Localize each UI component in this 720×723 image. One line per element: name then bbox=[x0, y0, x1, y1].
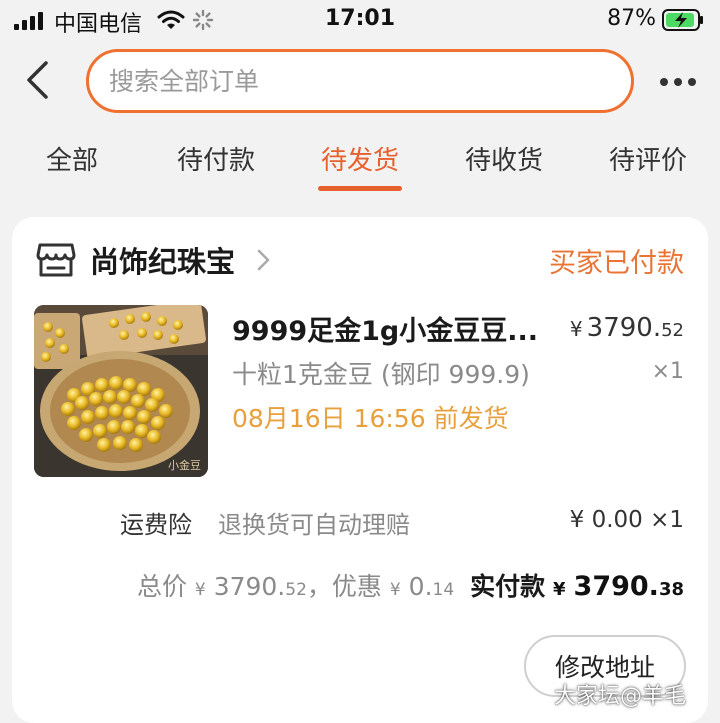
discount-label: 优惠 bbox=[331, 572, 382, 601]
battery-charging-icon bbox=[662, 9, 703, 31]
order-tabs: 全部 待付款 待发货 待收货 待评价 bbox=[0, 140, 720, 200]
watermark: 大家坛@羊毛 bbox=[554, 684, 687, 709]
tab-pending-review[interactable]: 待评价 bbox=[588, 140, 708, 177]
search-bar[interactable] bbox=[86, 49, 634, 113]
active-tab-indicator bbox=[318, 186, 402, 191]
product-spec: 十粒1克金豆 (钢印 999.9) bbox=[232, 360, 530, 389]
total-amount: 3790.52 bbox=[213, 572, 307, 601]
tab-pending-payment[interactable]: 待付款 bbox=[156, 140, 276, 177]
product-image[interactable]: 小金豆 bbox=[34, 305, 208, 477]
image-caption: 小金豆 bbox=[168, 459, 201, 472]
tab-all[interactable]: 全部 bbox=[12, 140, 132, 177]
order-status: 买家已付款 bbox=[549, 248, 684, 279]
store-icon bbox=[36, 243, 76, 277]
paid-label: 实付款 bbox=[470, 572, 546, 601]
discount-amount: 0.14 bbox=[408, 572, 455, 601]
shipping-insurance-label: 运费险 bbox=[120, 511, 192, 539]
ship-deadline: 08月16日 16:56 前发货 bbox=[232, 404, 509, 433]
shipping-insurance-desc: 退换货可自动理赔 bbox=[218, 511, 410, 539]
product-quantity: ×1 bbox=[651, 359, 684, 384]
product-title[interactable]: 9999足金1g小金豆豆... bbox=[232, 309, 538, 348]
total-label: 总价 bbox=[136, 572, 187, 601]
shipping-insurance-price: ¥ 0.00 ×1 bbox=[569, 507, 684, 533]
tab-pending-receipt[interactable]: 待收货 bbox=[444, 140, 564, 177]
order-card[interactable]: 尚饰纪珠宝 买家已付款 小金豆 9999足金1g小金豆豆... ¥ 3790.5… bbox=[12, 217, 708, 723]
tab-pending-shipment[interactable]: 待发货 bbox=[300, 140, 420, 177]
paid-amount: 3790.38 bbox=[573, 571, 684, 602]
search-input[interactable] bbox=[109, 52, 609, 110]
chevron-right-icon[interactable] bbox=[256, 249, 270, 271]
more-icon[interactable] bbox=[660, 78, 696, 86]
status-bar: 中国电信 17:01 87% bbox=[0, 0, 720, 44]
product-price: ¥3790.52 bbox=[569, 313, 684, 343]
battery-percent: 87% bbox=[607, 6, 656, 31]
store-name[interactable]: 尚饰纪珠宝 bbox=[90, 239, 235, 281]
order-totals: 总价 ¥ 3790.52，优惠 ¥ 0.14 实付款 ¥ 3790.38 bbox=[136, 571, 684, 602]
back-arrow-icon[interactable] bbox=[24, 60, 50, 100]
